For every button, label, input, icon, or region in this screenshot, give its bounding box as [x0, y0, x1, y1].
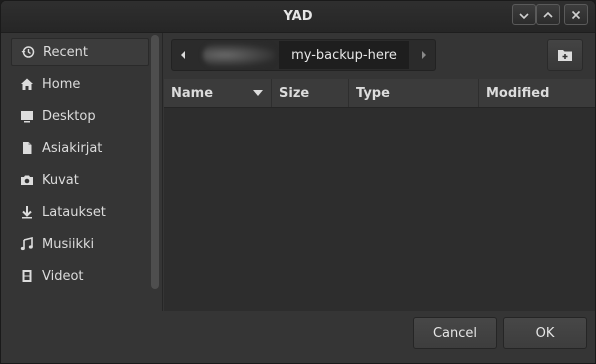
path-segment-current[interactable]: my-backup-here: [279, 41, 409, 69]
sidebar-item-pictures[interactable]: Kuvat: [11, 166, 149, 194]
sidebar-item-label: Musiikki: [42, 236, 95, 252]
desktop-icon: [19, 108, 35, 124]
blurred-path-segment: [203, 44, 275, 66]
camera-icon: [19, 172, 35, 188]
file-list-header: Name Size Type Modified: [164, 79, 595, 108]
path-segment-obscured[interactable]: [198, 42, 280, 68]
column-header-size[interactable]: Size: [272, 79, 349, 107]
sidebar-item-label: Lataukset: [42, 204, 106, 220]
new-folder-icon: [558, 50, 572, 61]
sidebar-item-label: Kuvat: [42, 172, 79, 188]
close-button[interactable]: [564, 4, 588, 25]
create-folder-button[interactable]: [547, 39, 583, 71]
sidebar-item-label: Recent: [43, 44, 88, 60]
home-icon: [19, 76, 35, 92]
sidebar-item-label: Desktop: [42, 108, 96, 124]
column-header-modified[interactable]: Modified: [479, 79, 595, 107]
sort-descending-icon: [253, 90, 263, 96]
sidebar-item-documents[interactable]: Asiakirjat: [11, 134, 149, 162]
sidebar-item-desktop[interactable]: Desktop: [11, 102, 149, 130]
maximize-button[interactable]: [536, 4, 560, 25]
minimize-icon: [519, 12, 529, 19]
places-sidebar: Recent Home Desktop Asiakirjat Kuvat Lat…: [1, 33, 161, 311]
sidebar-item-home[interactable]: Home: [11, 70, 149, 98]
document-icon: [19, 140, 35, 156]
column-header-type[interactable]: Type: [349, 79, 479, 107]
file-chooser-window: YAD Recent Home Desktop Asiakirjat Kuvat…: [0, 0, 596, 364]
path-scroll-left-button[interactable]: [172, 40, 194, 70]
maximize-icon: [543, 11, 553, 18]
download-icon: [19, 204, 35, 220]
sidebar-item-recent[interactable]: Recent: [11, 38, 149, 66]
video-icon: [19, 268, 35, 284]
close-icon: [571, 10, 581, 19]
sidebar-item-label: Videot: [42, 268, 84, 284]
sidebar-divider: [162, 33, 163, 311]
title-bar[interactable]: YAD: [1, 1, 595, 33]
sidebar-item-downloads[interactable]: Lataukset: [11, 198, 149, 226]
minimize-button[interactable]: [512, 4, 536, 25]
chevron-right-icon: [422, 51, 426, 59]
sidebar-item-videos[interactable]: Videot: [11, 262, 149, 290]
window-title: YAD: [283, 9, 313, 24]
cancel-button[interactable]: Cancel: [413, 317, 497, 349]
path-bar: my-backup-here: [171, 39, 436, 71]
music-icon: [19, 236, 35, 252]
sidebar-scrollbar[interactable]: [151, 35, 159, 289]
path-scroll-right-button[interactable]: [413, 40, 435, 70]
recent-icon: [20, 44, 36, 60]
chevron-left-icon: [181, 51, 185, 59]
sidebar-item-label: Asiakirjat: [42, 140, 103, 156]
column-header-name[interactable]: Name: [164, 79, 272, 107]
sidebar-item-music[interactable]: Musiikki: [11, 230, 149, 258]
ok-button[interactable]: OK: [503, 317, 587, 349]
file-list[interactable]: Name Size Type Modified: [164, 79, 595, 311]
sidebar-item-label: Home: [42, 76, 81, 92]
